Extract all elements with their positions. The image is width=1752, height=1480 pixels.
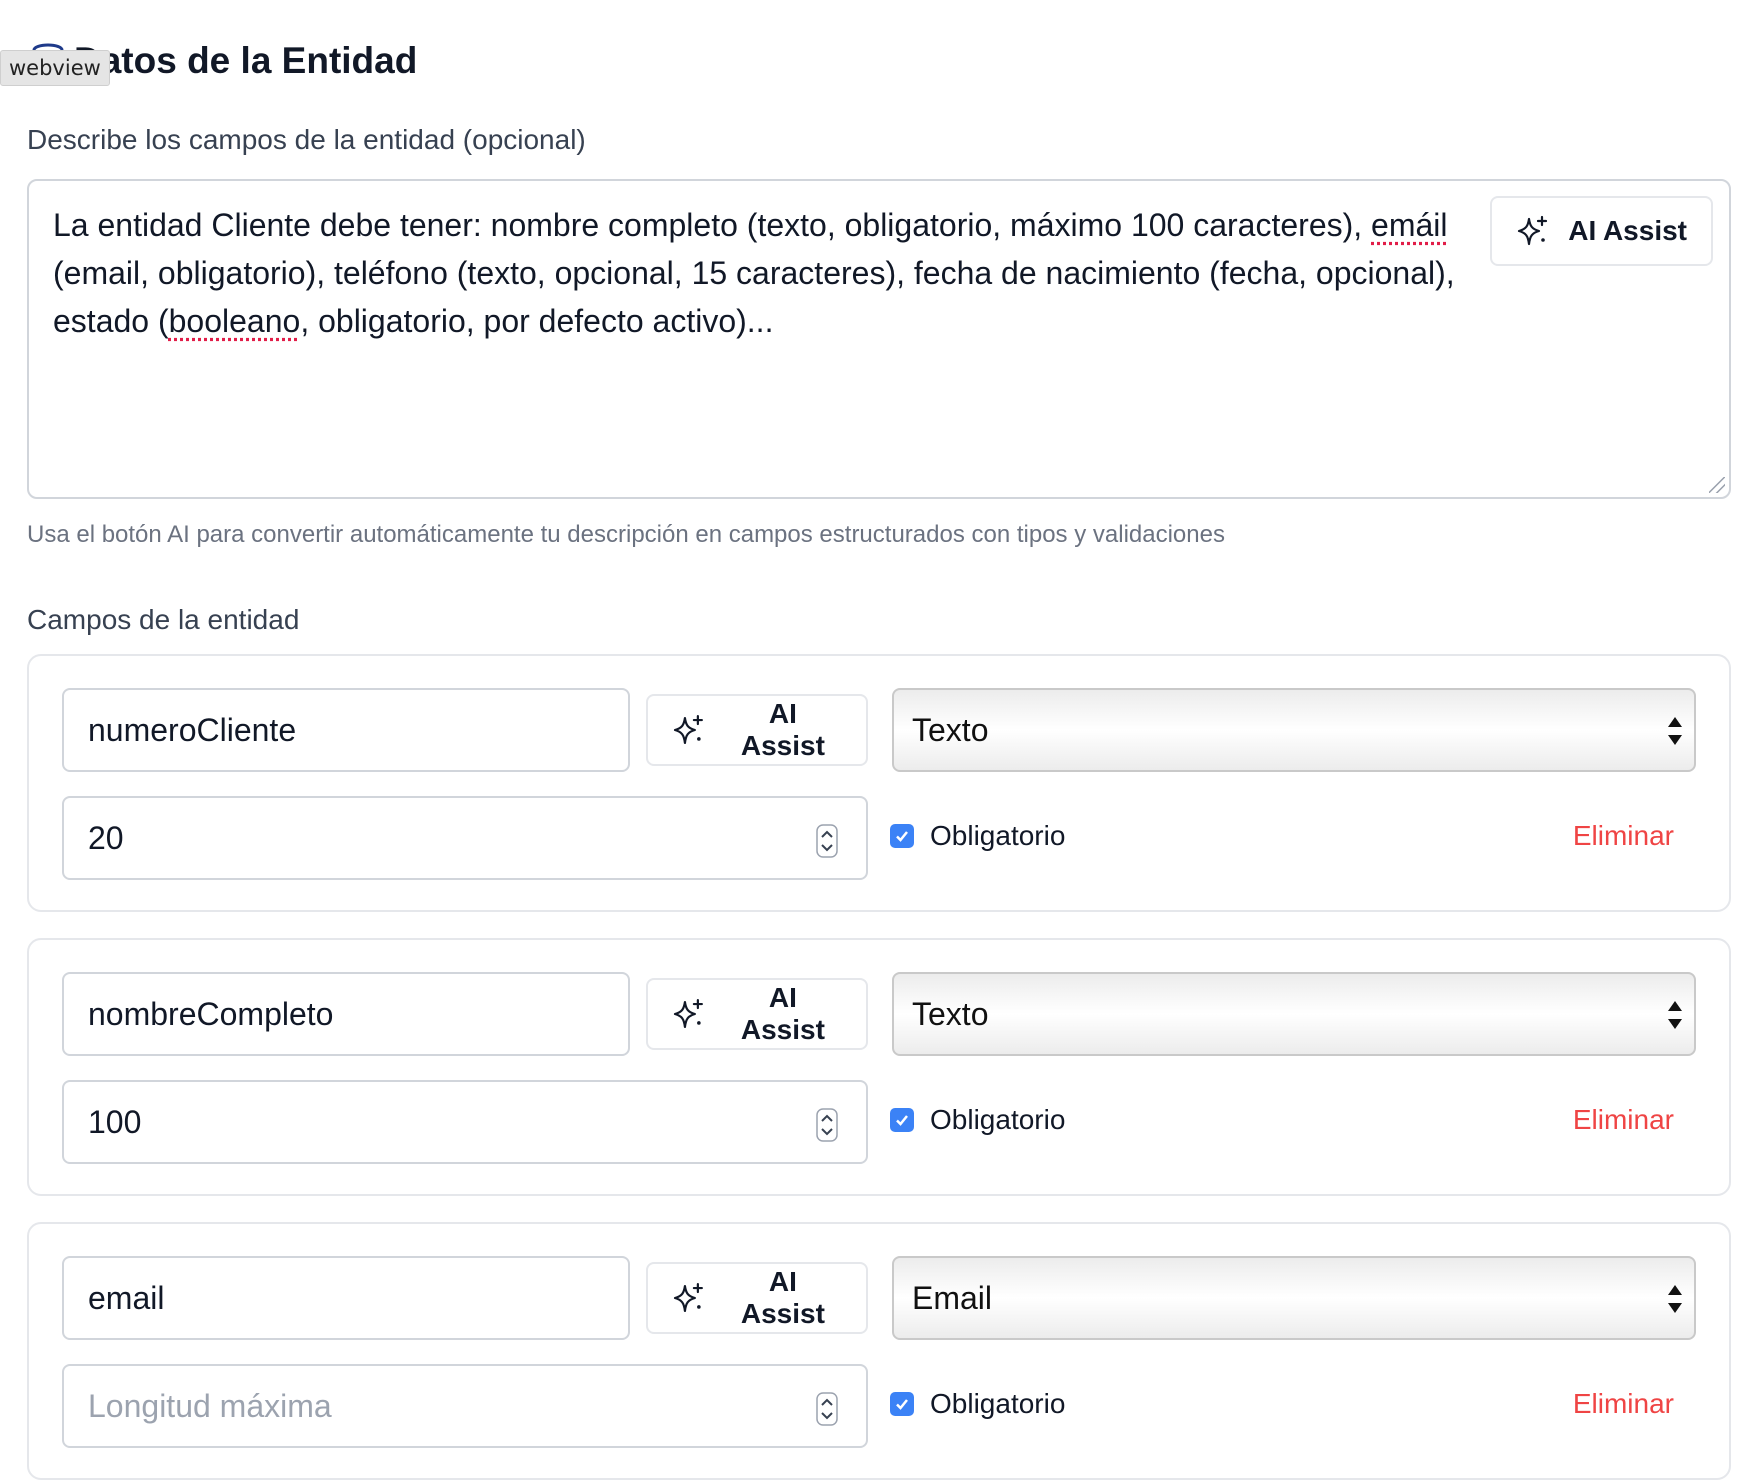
field-card: email AI Assist Email Longitud máxima Ob… [27, 1222, 1731, 1480]
ai-assist-label: AI Assist [1568, 215, 1687, 246]
description-textarea[interactable]: La entidad Cliente debe tener: nombre co… [27, 179, 1731, 499]
number-spinner-icon[interactable] [816, 1392, 838, 1426]
delete-field-button[interactable]: Eliminar [1573, 820, 1674, 852]
field-ai-assist-button[interactable]: AI Assist [646, 694, 868, 766]
required-checkbox[interactable]: Obligatorio [890, 1104, 1065, 1136]
sparkles-icon [1518, 215, 1548, 246]
field-type-select[interactable]: Texto [892, 688, 1696, 772]
check-icon [890, 1108, 914, 1132]
field-name-input[interactable]: email [62, 1256, 630, 1340]
ai-assist-label: AI Assist [740, 982, 825, 1045]
description-label: Describe los campos de la entidad (opcio… [27, 124, 586, 155]
field-max-length-input[interactable]: 20 [62, 796, 868, 880]
field-max-length-input[interactable]: 100 [62, 1080, 868, 1164]
field-card: numeroCliente AI Assist Texto 20 Obligat… [27, 654, 1731, 912]
select-arrows-icon [1668, 1001, 1682, 1029]
required-checkbox[interactable]: Obligatorio [890, 820, 1065, 852]
field-type-value: Email [912, 1279, 993, 1316]
field-ai-assist-button[interactable]: AI Assist [646, 978, 868, 1050]
field-card: nombreCompleto AI Assist Texto 100 Oblig… [27, 938, 1731, 1196]
delete-field-button[interactable]: Eliminar [1573, 1104, 1674, 1136]
required-checkbox[interactable]: Obligatorio [890, 1388, 1065, 1420]
check-icon [890, 1392, 914, 1416]
number-spinner-icon[interactable] [816, 824, 838, 858]
page-title: Datos de la Entidad [74, 40, 418, 81]
required-label: Obligatorio [930, 820, 1066, 851]
select-arrows-icon [1668, 1285, 1682, 1313]
delete-field-button[interactable]: Eliminar [1573, 1388, 1674, 1420]
description-text: La entidad Cliente debe tener: nombre co… [53, 207, 1455, 339]
sparkles-icon [673, 998, 703, 1029]
description-ai-assist-button[interactable]: AI Assist [1490, 196, 1713, 266]
field-type-select[interactable]: Texto [892, 972, 1696, 1056]
webview-tooltip: webview [0, 50, 110, 86]
sparkles-icon [673, 1282, 703, 1313]
ai-assist-label: AI Assist [740, 698, 825, 761]
check-icon [890, 824, 914, 848]
field-max-length-input[interactable]: Longitud máxima [62, 1364, 868, 1448]
ai-assist-label: AI Assist [740, 1266, 825, 1329]
field-name-input[interactable]: nombreCompleto [62, 972, 630, 1056]
sparkles-icon [673, 714, 703, 745]
field-type-value: Texto [912, 711, 989, 748]
resize-handle[interactable] [1709, 477, 1725, 493]
field-type-select[interactable]: Email [892, 1256, 1696, 1340]
field-type-value: Texto [912, 995, 989, 1032]
fields-label: Campos de la entidad [27, 604, 300, 635]
required-label: Obligatorio [930, 1388, 1066, 1419]
field-name-input[interactable]: numeroCliente [62, 688, 630, 772]
field-ai-assist-button[interactable]: AI Assist [646, 1262, 868, 1334]
description-hint: Usa el botón AI para convertir automátic… [27, 521, 1225, 548]
select-arrows-icon [1668, 717, 1682, 745]
required-label: Obligatorio [930, 1104, 1066, 1135]
number-spinner-icon[interactable] [816, 1108, 838, 1142]
